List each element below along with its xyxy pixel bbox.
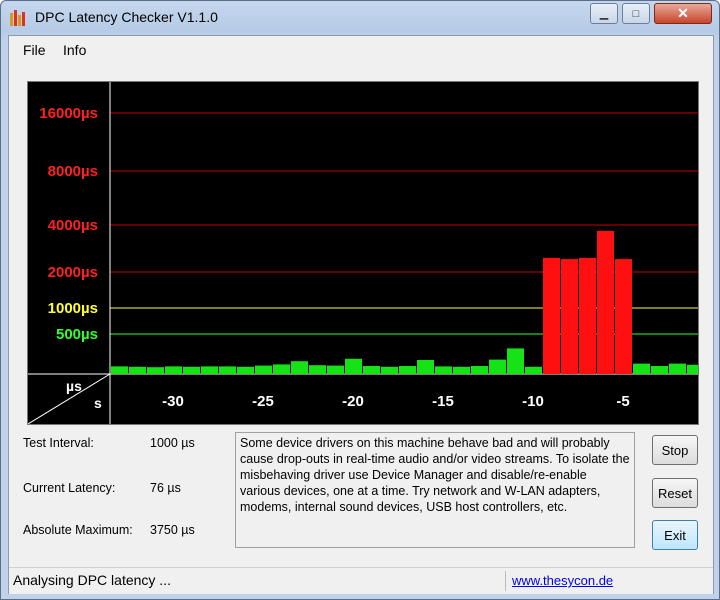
- latency-chart-svg: 16000µs 8000µs 4000µs 2000µs 1000µs 500µs µss -…: [28, 82, 698, 424]
- latency-bar: [255, 365, 272, 374]
- status-bar: Analysing DPC latency ... www.thesycon.d…: [9, 567, 713, 594]
- client-area: File Info 16000µs 8000µs 4000µs 2000µs 1000µ…: [8, 35, 714, 594]
- current-latency-label: Current Latency:: [23, 481, 116, 495]
- latency-bar: [273, 364, 290, 374]
- x-tick-label: -15: [432, 393, 454, 410]
- y-tick-label: 2000µs: [48, 264, 98, 281]
- absolute-maximum-label: Absolute Maximum:: [23, 523, 133, 537]
- x-tick-label: -25: [252, 393, 274, 410]
- latency-bar: [363, 366, 380, 374]
- website-link[interactable]: www.thesycon.de: [512, 573, 613, 588]
- latency-bar: [201, 366, 218, 374]
- minimize-icon: ▁: [599, 8, 609, 20]
- menu-info[interactable]: Info: [63, 42, 86, 58]
- latency-bar: [345, 358, 362, 374]
- latency-bar: [489, 359, 506, 374]
- latency-bar: [579, 257, 596, 374]
- latency-bar: [561, 259, 578, 374]
- latency-bar: [327, 365, 344, 374]
- minimize-button[interactable]: ▁: [590, 3, 618, 24]
- y-tick-label: 500µs: [56, 326, 98, 343]
- latency-bar: [651, 366, 668, 374]
- latency-bar: [525, 366, 542, 374]
- y-tick-label: 4000µs: [48, 217, 98, 234]
- y-tick-label: 16000µs: [39, 105, 98, 122]
- app-window: DPC Latency Checker V1.1.0 ▁ □ ✕ File In…: [0, 0, 720, 600]
- latency-bar: [111, 366, 128, 374]
- latency-chart: 16000µs 8000µs 4000µs 2000µs 1000µs 500µs µs s -…: [27, 81, 699, 425]
- latency-bar: [237, 366, 254, 374]
- close-button[interactable]: ✕: [654, 3, 712, 24]
- latency-bar: [453, 366, 470, 374]
- latency-bar: [633, 363, 650, 374]
- y-tick-label: 8000µs: [48, 163, 98, 180]
- latency-bar: [399, 366, 416, 374]
- latency-bar: [687, 364, 698, 374]
- x-tick-label: -5: [616, 393, 629, 410]
- latency-bar: [129, 366, 146, 374]
- current-latency-value: 76 µs: [150, 481, 181, 495]
- menu-file[interactable]: File: [23, 42, 46, 58]
- driver-warning-message: Some device drivers on this machine beha…: [235, 432, 635, 548]
- maximize-icon: □: [632, 7, 640, 20]
- window-title: DPC Latency Checker V1.1.0: [35, 9, 218, 25]
- latency-bar: [597, 230, 614, 374]
- latency-bar: [183, 366, 200, 374]
- x-tick-label: -30: [162, 393, 184, 410]
- app-bars-icon: [10, 10, 25, 26]
- menu-bar: File Info: [9, 36, 713, 64]
- test-interval-value: 1000 µs: [150, 436, 195, 450]
- close-icon: ✕: [677, 5, 689, 21]
- latency-bar: [615, 259, 632, 374]
- latency-bar: [219, 366, 236, 374]
- y-tick-label: 1000µs: [48, 300, 98, 317]
- x-tick-label: -20: [342, 393, 364, 410]
- latency-bar: [471, 366, 488, 374]
- x-unit-label: s: [94, 395, 102, 411]
- absolute-maximum-value: 3750 µs: [150, 523, 195, 537]
- x-tick-label: -10: [522, 393, 544, 410]
- y-unit-label: µs: [66, 378, 82, 394]
- exit-button[interactable]: Exit: [652, 520, 698, 550]
- latency-bar: [543, 257, 560, 374]
- status-text: Analysing DPC latency ...: [13, 572, 171, 588]
- maximize-button[interactable]: □: [622, 3, 650, 24]
- latency-bar: [309, 365, 326, 374]
- latency-bar: [381, 366, 398, 374]
- latency-bar: [165, 366, 182, 374]
- status-separator: [505, 571, 506, 591]
- latency-bar: [507, 348, 524, 374]
- reset-button[interactable]: Reset: [652, 478, 698, 508]
- stop-button[interactable]: Stop: [652, 435, 698, 465]
- latency-bar: [435, 366, 452, 374]
- latency-bar: [669, 363, 686, 374]
- latency-bar: [417, 360, 434, 374]
- latency-bar: [147, 367, 164, 374]
- title-bar[interactable]: DPC Latency Checker V1.1.0 ▁ □ ✕: [1, 1, 719, 35]
- test-interval-label: Test Interval:: [23, 436, 94, 450]
- latency-bar: [291, 361, 308, 374]
